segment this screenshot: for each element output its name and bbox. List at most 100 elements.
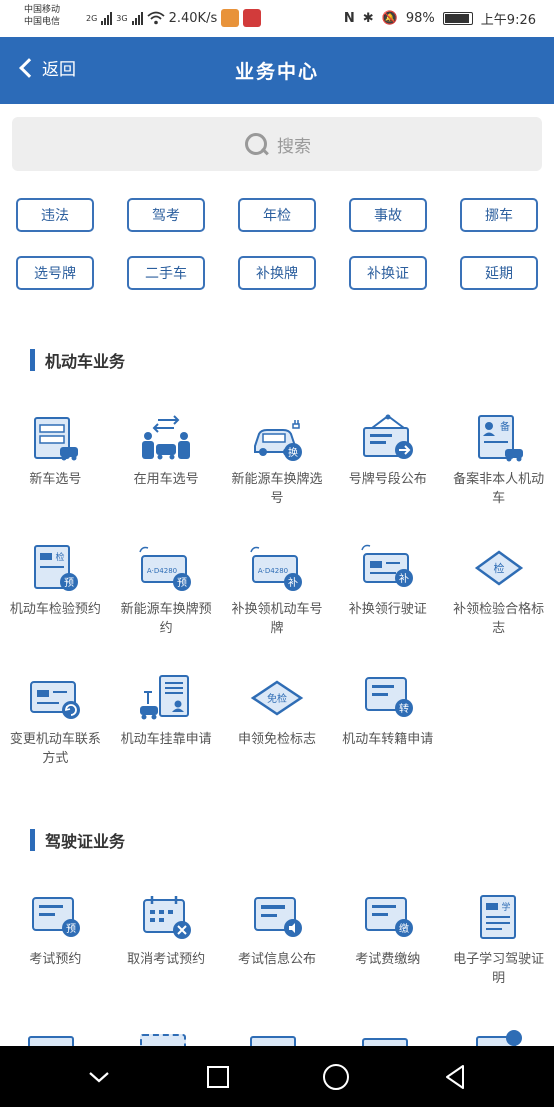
search-box[interactable]: 搜索 [12, 117, 542, 171]
service-replace-license[interactable]: 补 补换领行驶证 [332, 530, 443, 660]
tag-replace-plate[interactable]: 补换牌 [238, 256, 316, 290]
service-label: 考试费缴纳 [355, 952, 421, 967]
signal-icon-2 [131, 11, 143, 25]
service-ev-plate-booking[interactable]: A·D4280 预 新能源车换牌预约 [111, 530, 222, 660]
service-label: 变更机动车联系方式 [9, 732, 101, 766]
badge-text: 检 [56, 551, 65, 563]
exam-fee-icon: 缴 [364, 897, 413, 937]
network-speed: 2.40K/s [168, 10, 218, 26]
tag-accident[interactable]: 事故 [349, 198, 427, 232]
service-used-car-plate[interactable]: 在用车选号 [111, 400, 222, 530]
nav-bar: 返回 业务中心 [0, 37, 554, 104]
inspection-booking-icon: 检 预 [34, 545, 79, 591]
service-transfer-apply[interactable]: 转 机动车转籍申请 [332, 660, 443, 790]
service-affiliation-apply[interactable]: 机动车挂靠申请 [111, 660, 222, 790]
service-replace-plate[interactable]: A·D4280 补 补换领机动车号牌 [222, 530, 333, 660]
signal-group: 2G 3G 2.40K/s [86, 9, 262, 27]
service-record-vehicle[interactable]: 备 备案非本人机动车 [443, 400, 554, 530]
wifi-icon [147, 11, 165, 25]
e-learning-cert-icon: 学 [479, 895, 516, 939]
service-inspection-booking[interactable]: 检 预 机动车检验预约 [0, 530, 111, 660]
new-car-plate-icon [34, 417, 79, 461]
service-label: 申领免检标志 [237, 732, 316, 747]
status-right: N ✱ 🔕 98% 上午9:26 [344, 9, 536, 28]
network-type-1: 2G [86, 13, 98, 23]
page-title: 业务中心 [234, 61, 319, 83]
battery-percent: 98% [405, 11, 435, 26]
service-label: 备案非本人机动车 [453, 472, 545, 506]
service-exam-info[interactable]: 考试信息公布 [222, 880, 333, 1010]
service-ev-plate-change[interactable]: 换 新能源车换牌选号 [222, 400, 333, 530]
badge-text: 备 [500, 420, 510, 433]
signal-icon [101, 11, 113, 25]
service-exam-booking[interactable]: 预 考试预约 [0, 880, 111, 1010]
service-label: 在用车选号 [133, 472, 199, 487]
service-exam-fee[interactable]: 缴 考试费缴纳 [332, 880, 443, 1010]
mute-icon: 🔕 [381, 11, 398, 26]
service-label: 机动车检验预约 [9, 602, 101, 617]
badge-text: 预 [177, 577, 187, 589]
service-cancel-exam[interactable]: 取消考试预约 [111, 880, 222, 1010]
exam-info-icon [253, 897, 302, 937]
plate-text: A·D4280 [258, 567, 288, 575]
service-label: 新车选号 [29, 472, 82, 487]
badge-text: 转 [399, 702, 409, 715]
service-label: 号牌号段公布 [348, 472, 427, 487]
section-title-vehicle: 机动车业务 [30, 348, 125, 372]
back-triangle-icon[interactable] [435, 1057, 475, 1097]
tag-extension[interactable]: 延期 [460, 256, 538, 290]
tag-used-car[interactable]: 二手车 [127, 256, 205, 290]
status-bar: 中国移动 中国电信 2G 3G 2.40K/s N ✱ 🔕 98% 上午9:26 [0, 0, 554, 37]
replace-license-icon: 补 [361, 544, 413, 587]
battery-icon [442, 12, 473, 25]
service-change-contact[interactable]: 变更机动车联系方式 [0, 660, 111, 790]
change-contact-icon [30, 681, 81, 719]
used-car-plate-icon [142, 415, 191, 460]
exam-booking-icon: 预 [32, 897, 81, 937]
quick-tags: 违法 驾考 年检 事故 挪车 选号牌 二手车 补换牌 补换证 延期 [16, 198, 540, 290]
plate-range-announce-icon [362, 414, 413, 459]
next-row-peek [0, 1030, 554, 1046]
clock: 上午9:26 [480, 13, 536, 28]
service-label: 机动车转籍申请 [342, 732, 434, 747]
tag-annual-inspection[interactable]: 年检 [238, 198, 316, 232]
home-icon[interactable] [316, 1057, 356, 1097]
exempt-mark-icon: 免检 [250, 680, 304, 716]
replace-plate-icon: A·D4280 补 [250, 546, 302, 591]
badge-text: 免检 [267, 692, 287, 705]
affiliation-apply-icon [140, 675, 190, 720]
tag-driving-test[interactable]: 驾考 [127, 198, 205, 232]
section-title-text: 机动车业务 [45, 352, 126, 371]
system-navigation-bar [0, 1046, 554, 1107]
carrier-2: 中国电信 [24, 17, 61, 27]
service-new-car-plate[interactable]: 新车选号 [0, 400, 111, 530]
tag-select-plate[interactable]: 选号牌 [16, 256, 94, 290]
tag-replace-license[interactable]: 补换证 [349, 256, 427, 290]
section-bar [30, 829, 35, 851]
service-e-learning-cert[interactable]: 学 电子学习驾驶证明 [443, 880, 554, 1010]
service-label: 补换领机动车号牌 [231, 602, 323, 636]
service-label: 补领检验合格标志 [453, 602, 545, 636]
chevron-down-icon[interactable] [79, 1057, 119, 1097]
service-inspection-mark[interactable]: 检 补领检验合格标志 [443, 530, 554, 660]
service-label: 电子学习驾驶证明 [453, 952, 545, 986]
recent-apps-icon[interactable] [198, 1057, 238, 1097]
transfer-apply-icon: 转 [364, 677, 413, 717]
app-notification-icon-2 [243, 9, 262, 27]
license-services-grid: 预 考试预约 取消考试预约 考试信息公布 缴 考试费缴纳 学 电子学习驾驶证明 [0, 880, 554, 1010]
tag-move-car[interactable]: 挪车 [460, 198, 538, 232]
nfc-icon: N [343, 11, 355, 26]
service-exempt-mark[interactable]: 免检 申领免检标志 [222, 660, 333, 790]
badge-text: 补 [288, 576, 298, 589]
badge-text: 检 [493, 561, 504, 575]
tag-violation[interactable]: 违法 [16, 198, 94, 232]
record-vehicle-icon: 备 [477, 415, 523, 462]
badge-text: 换 [288, 446, 298, 459]
service-label: 新能源车换牌选号 [231, 472, 323, 506]
service-label: 考试信息公布 [237, 952, 316, 967]
app-notification-icon [221, 9, 240, 27]
service-plate-range-announce[interactable]: 号牌号段公布 [332, 400, 443, 530]
ev-plate-change-icon: 换 [253, 420, 302, 461]
section-title-text: 驾驶证业务 [45, 832, 126, 851]
ev-plate-booking-icon: A·D4280 预 [139, 546, 192, 591]
